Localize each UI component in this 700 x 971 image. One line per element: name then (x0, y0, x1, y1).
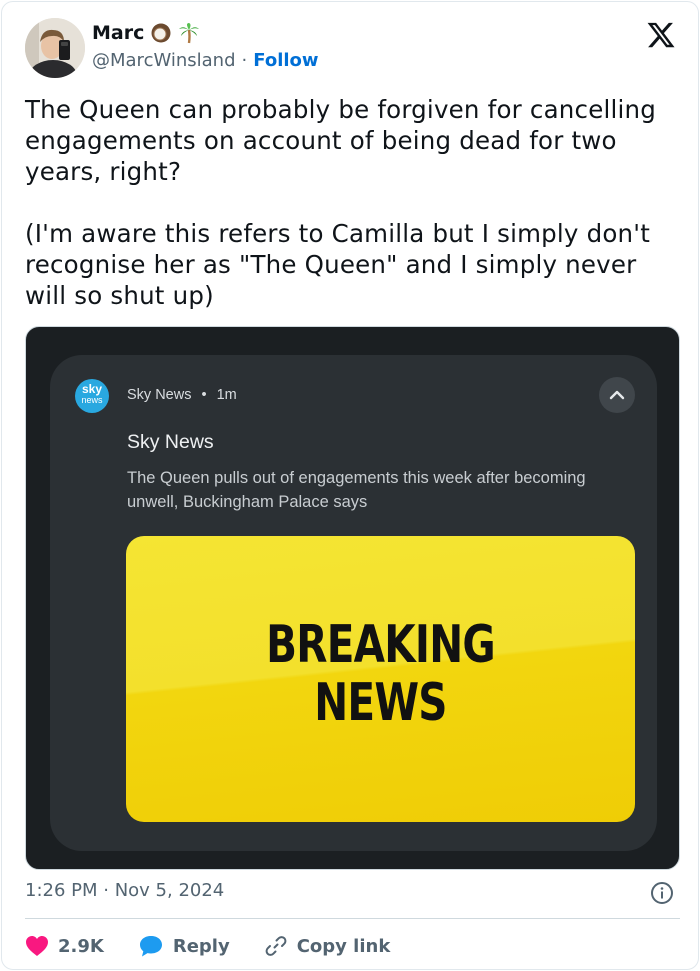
coconut-icon (150, 22, 172, 44)
reply-bubble-icon (138, 934, 164, 958)
follow-button[interactable]: Follow (253, 50, 318, 71)
user-handle[interactable]: @MarcWinsland (92, 50, 236, 71)
reply-button[interactable]: Reply (138, 934, 230, 958)
heart-icon (25, 935, 49, 957)
action-bar: 2.9K Reply Copy link (25, 931, 424, 961)
reply-label: Reply (172, 935, 230, 957)
breaking-news-text: BREAKING NEWS (182, 616, 579, 732)
copy-link-label: Copy link (296, 935, 391, 957)
display-name-text: Marc (92, 22, 145, 44)
sky-news-app-icon: sky news (75, 379, 109, 413)
copy-link-button[interactable]: Copy link (264, 934, 391, 958)
tweet-timestamp[interactable]: 1:26 PM · Nov 5, 2024 (25, 880, 224, 901)
separator-dot: · (241, 50, 248, 71)
app-icon-text: sky (81, 382, 103, 396)
display-name[interactable]: Marc (92, 22, 200, 44)
news-line: NEWS (314, 673, 447, 733)
notification-card: sky news Sky News • 1m Sky News The Quee… (50, 355, 657, 851)
info-icon[interactable] (650, 881, 674, 905)
notification-title: Sky News (127, 431, 214, 453)
notification-app-row: Sky News • 1m (127, 387, 237, 403)
notification-app-name: Sky News (127, 387, 192, 403)
breaking-line: BREAKING (266, 615, 496, 675)
notification-body: The Queen pulls out of engagements this … (127, 469, 586, 511)
like-button[interactable]: 2.9K (25, 935, 104, 957)
link-icon (264, 934, 288, 958)
notification-age: 1m (216, 387, 237, 403)
tweet-media[interactable]: sky news Sky News • 1m Sky News The Quee… (25, 326, 680, 870)
chevron-up-icon[interactable] (599, 377, 635, 413)
notification-dot: • (201, 387, 207, 403)
x-logo-icon[interactable] (646, 20, 676, 50)
tweet-card: Marc @MarcWinsland · Follow The Queen ca… (1, 1, 699, 970)
avatar[interactable] (25, 18, 85, 78)
palm-tree-icon (178, 22, 200, 44)
app-icon-subtext: news (81, 395, 103, 405)
tweet-text: The Queen can probably be forgiven for c… (25, 95, 656, 310)
handle-row: @MarcWinsland · Follow (92, 50, 319, 71)
divider (25, 918, 680, 919)
like-count: 2.9K (58, 935, 104, 957)
breaking-news-image: BREAKING NEWS (126, 536, 635, 822)
